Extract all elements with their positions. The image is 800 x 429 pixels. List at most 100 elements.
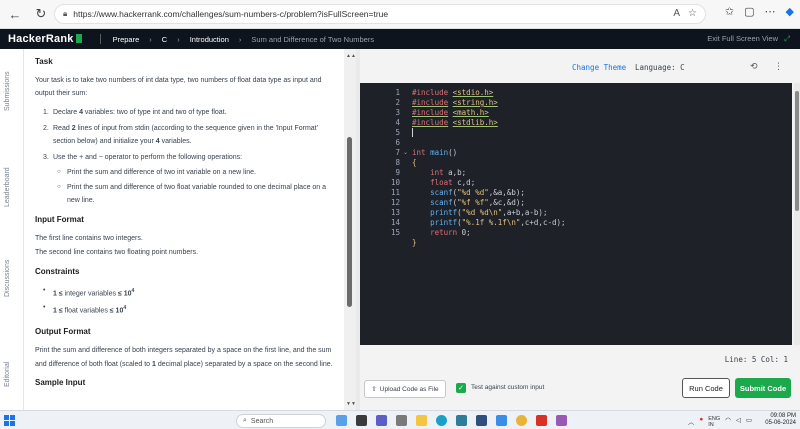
- upload-icon: ⇧: [371, 386, 377, 393]
- tab-editorial[interactable]: Editorial: [4, 362, 11, 387]
- line-number: 7: [395, 148, 400, 157]
- code-line: #include <stdio.h>: [412, 88, 494, 97]
- constraint-item: • 1 ≤ integer variables ≤ 104: [43, 287, 135, 298]
- custom-input-checkbox[interactable]: ✓: [456, 383, 466, 393]
- app-icon[interactable]: [556, 415, 567, 426]
- change-theme-link[interactable]: Change Theme: [572, 63, 626, 72]
- language-selector[interactable]: Language: C: [635, 63, 685, 72]
- lock-icon[interactable]: 🔒︎: [63, 9, 67, 19]
- line-number: 3: [395, 108, 400, 117]
- code-line: #include <math.h>: [412, 108, 489, 117]
- code-line: }: [412, 238, 417, 247]
- chevron-up-icon[interactable]: ︿: [688, 416, 695, 428]
- line-number: 9: [395, 168, 400, 177]
- url-text: https://www.hackerrank.com/challenges/su…: [73, 9, 389, 19]
- copilot-icon[interactable]: ◆: [786, 5, 794, 18]
- code-line: int a,b;: [430, 168, 467, 177]
- fold-chevron-icon[interactable]: ⌄: [403, 149, 408, 156]
- taskbar-search[interactable]: ⌕ Search: [236, 414, 326, 428]
- edge-icon[interactable]: [436, 415, 447, 426]
- task-heading: Task: [35, 57, 53, 66]
- submit-code-button[interactable]: Submit Code: [735, 378, 791, 398]
- sub-step-item: ○ Print the sum and difference of two flo…: [57, 184, 327, 204]
- line-number: 11: [390, 188, 400, 197]
- star-icon[interactable]: ☆: [688, 8, 697, 19]
- more-icon[interactable]: ⋯: [765, 5, 776, 18]
- code-line: #include <stdlib.h>: [412, 118, 498, 127]
- code-line: scanf("%d %d",&a,&b);: [430, 188, 525, 197]
- back-icon[interactable]: ←: [4, 3, 26, 25]
- collections-icon[interactable]: ▢: [744, 5, 754, 18]
- line-number: 14: [390, 218, 400, 227]
- cursor-position-status: Line: 5 Col: 1: [724, 355, 788, 364]
- battery-icon[interactable]: ▭: [746, 416, 752, 428]
- editor-actions: ⇧ Upload Code as File ✓ Test against cus…: [360, 377, 800, 405]
- tab-submissions[interactable]: Submissions: [4, 71, 11, 111]
- run-code-button[interactable]: Run Code: [682, 378, 730, 398]
- windows-start-icon[interactable]: [4, 415, 15, 426]
- site-header: HackerRank Prepare › C › Introduction › …: [0, 29, 800, 49]
- line-number: 5: [395, 128, 400, 137]
- line-number: 13: [390, 208, 400, 217]
- input-format-heading: Input Format: [35, 215, 84, 224]
- line-number: 1: [395, 88, 400, 97]
- teams-icon[interactable]: [376, 415, 387, 426]
- tab-discussions[interactable]: Discussions: [4, 260, 11, 297]
- task-intro: Your task is to take two numbers of int …: [35, 77, 322, 97]
- editor-toolbar: Change Theme Language: C ⟲ ⋮: [360, 58, 800, 78]
- breadcrumb-separator: ›: [238, 34, 242, 44]
- defender-icon[interactable]: ●: [699, 416, 703, 428]
- problem-statement: Task Your task is to take two numbers of…: [24, 49, 344, 410]
- read-aloud-icon[interactable]: A: [673, 8, 680, 19]
- code-editor[interactable]: 1 2 3 4 5 6 7 8 9 10 11 12 13 14 15 ⌄ #i…: [360, 83, 792, 345]
- app-icon[interactable]: [456, 415, 467, 426]
- constraints-heading: Constraints: [35, 267, 80, 276]
- history-icon[interactable]: ⟲: [750, 61, 758, 72]
- editor-panel: Change Theme Language: C ⟲ ⋮ 1 2 3 4 5 6…: [360, 49, 800, 410]
- hackerrank-logo[interactable]: HackerRank: [8, 33, 82, 45]
- fullscreen-icon[interactable]: ⤢: [784, 34, 790, 44]
- volume-icon[interactable]: ◁: [736, 416, 741, 428]
- breadcrumb-current-challenge: Sum and Difference of Two Numbers: [251, 34, 375, 44]
- breadcrumb-c[interactable]: C: [162, 35, 167, 44]
- breadcrumb-introduction[interactable]: Introduction: [190, 35, 229, 44]
- favorites-icon[interactable]: ✩: [725, 5, 734, 18]
- refresh-icon[interactable]: ↻: [30, 3, 52, 25]
- scroll-down-icon[interactable]: ▼▼: [346, 401, 356, 407]
- windows-taskbar: ⌕ Search ︿ ● ENG IN ◠ ◁ ▭ 09:08 PM 05-06-…: [0, 410, 800, 429]
- upload-code-button[interactable]: ⇧ Upload Code as File: [364, 380, 446, 398]
- scroll-up-icon[interactable]: ▲▲: [346, 53, 356, 59]
- problem-scroll-thumb[interactable]: [347, 137, 352, 307]
- settings-menu-icon[interactable]: ⋮: [774, 61, 783, 72]
- step-item: 2. Read 2 lines of input from stdin (acc…: [43, 125, 318, 145]
- exit-fullscreen-link[interactable]: Exit Full Screen View: [707, 34, 778, 44]
- app-icon[interactable]: [396, 415, 407, 426]
- custom-input-label[interactable]: Test against custom input: [471, 384, 544, 391]
- sub-step-item: ○ Print the sum and difference of two int…: [57, 169, 256, 176]
- code-line: printf("%.1f %.1f\n",c+d,c-d);: [430, 218, 566, 227]
- app-icon[interactable]: [476, 415, 487, 426]
- chrome-icon[interactable]: [516, 415, 527, 426]
- code-line: [412, 128, 413, 137]
- side-tab-rail: Submissions Leaderboard Discussions Edit…: [0, 49, 24, 410]
- clock[interactable]: 09:08 PM 05-06-2024: [765, 413, 796, 427]
- problem-scrollbar[interactable]: ▲▲ ▼▼: [344, 49, 356, 410]
- language-indicator[interactable]: ENG IN: [708, 416, 720, 428]
- breadcrumb-prepare[interactable]: Prepare: [113, 35, 140, 44]
- editor-scrollbar[interactable]: [794, 83, 800, 345]
- constraint-item: • 1 ≤ float variables ≤ 104: [43, 304, 127, 315]
- wifi-icon[interactable]: ◠: [725, 416, 731, 428]
- code-line: scanf("%f %f",&c,&d);: [430, 198, 525, 207]
- app-icon[interactable]: [496, 415, 507, 426]
- editor-scroll-thumb[interactable]: [795, 91, 799, 211]
- breadcrumb-separator: ›: [149, 34, 152, 44]
- file-explorer-icon[interactable]: [416, 415, 427, 426]
- gmail-icon[interactable]: [536, 415, 547, 426]
- task-view-icon[interactable]: [356, 415, 367, 426]
- output-format-heading: Output Format: [35, 326, 91, 336]
- line-number: 2: [395, 98, 400, 107]
- code-line: int main(): [412, 148, 458, 157]
- widgets-icon[interactable]: [336, 415, 347, 426]
- tab-leaderboard[interactable]: Leaderboard: [4, 167, 11, 207]
- address-bar[interactable]: 🔒︎ https://www.hackerrank.com/challenges…: [54, 4, 706, 24]
